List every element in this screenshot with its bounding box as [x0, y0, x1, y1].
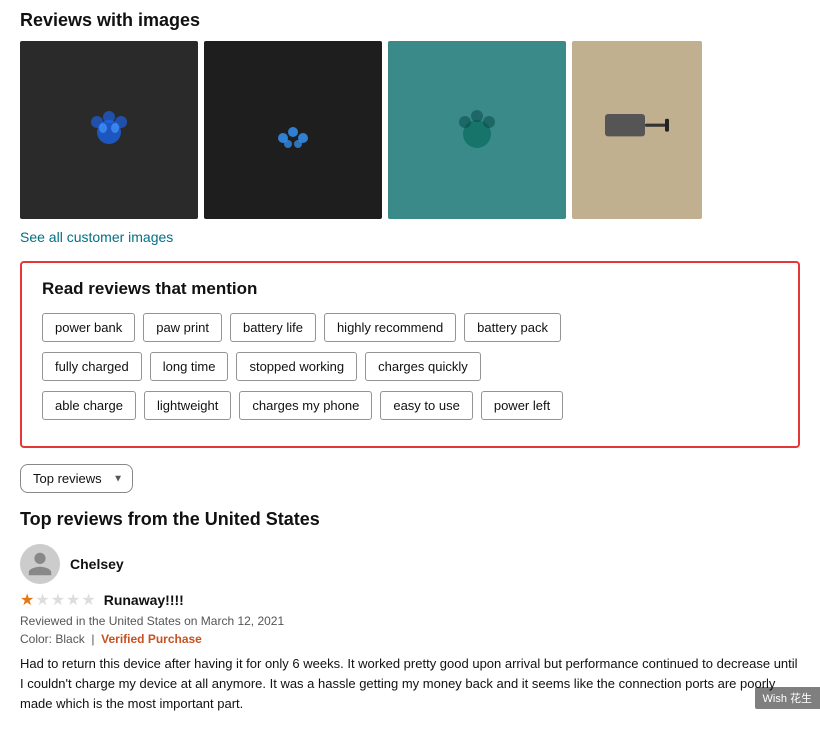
review-image-3[interactable] — [388, 41, 566, 219]
tags-row-2: fully charged long time stopped working … — [42, 352, 778, 381]
tag-fully-charged[interactable]: fully charged — [42, 352, 142, 381]
review-image-4[interactable] — [572, 41, 702, 219]
reviewer-row: Chelsey — [20, 544, 800, 584]
sort-select-wrapper[interactable]: Top reviews Most recent — [20, 464, 133, 493]
tag-long-time[interactable]: long time — [150, 352, 229, 381]
mention-box-title: Read reviews that mention — [42, 279, 778, 299]
review-images-row — [20, 41, 800, 219]
sort-dropdown-row: Top reviews Most recent — [20, 464, 800, 493]
star-2: ★ — [35, 590, 49, 610]
top-reviews-title: Top reviews from the United States — [20, 509, 800, 530]
review-headline: Runaway!!!! — [104, 592, 184, 608]
tag-able-charge[interactable]: able charge — [42, 391, 136, 420]
review-color-label: Color: Black — [20, 632, 85, 646]
watermark: Wish 花生 — [755, 687, 820, 709]
star-5: ★ — [81, 590, 95, 610]
star-1: ★ — [20, 590, 34, 610]
reviews-with-images-section: Reviews with images — [20, 10, 800, 261]
tag-battery-life[interactable]: battery life — [230, 313, 316, 342]
review-meta: Reviewed in the United States on March 1… — [20, 614, 800, 628]
reviewer-name: Chelsey — [70, 556, 124, 572]
tag-paw-print[interactable]: paw print — [143, 313, 222, 342]
tags-row-1: power bank paw print battery life highly… — [42, 313, 778, 342]
tag-power-bank[interactable]: power bank — [42, 313, 135, 342]
tag-lightweight[interactable]: lightweight — [144, 391, 231, 420]
sort-select[interactable]: Top reviews Most recent — [20, 464, 133, 493]
mention-box: Read reviews that mention power bank paw… — [20, 261, 800, 448]
reviewer-avatar — [20, 544, 60, 584]
review-item: Chelsey ★ ★ ★ ★ ★ Runaway!!!! Reviewed i… — [20, 544, 800, 714]
reviews-with-images-title: Reviews with images — [20, 10, 800, 31]
star-4: ★ — [66, 590, 80, 610]
tag-stopped-working[interactable]: stopped working — [236, 352, 357, 381]
review-image-1[interactable] — [20, 41, 198, 219]
tag-easy-to-use[interactable]: easy to use — [380, 391, 473, 420]
tags-row-3: able charge lightweight charges my phone… — [42, 391, 778, 420]
review-color-row: Color: Black | Verified Purchase — [20, 632, 800, 646]
tag-power-left[interactable]: power left — [481, 391, 563, 420]
star-3: ★ — [51, 590, 65, 610]
verified-purchase-badge: Verified Purchase — [101, 632, 202, 646]
review-body-text: Had to return this device after having i… — [20, 654, 800, 714]
tag-charges-quickly[interactable]: charges quickly — [365, 352, 481, 381]
avatar-icon — [26, 550, 54, 578]
see-all-images-link[interactable]: See all customer images — [20, 229, 173, 245]
star-row: ★ ★ ★ ★ ★ Runaway!!!! — [20, 590, 800, 610]
star-rating: ★ ★ ★ ★ ★ — [20, 590, 96, 610]
tag-battery-pack[interactable]: battery pack — [464, 313, 561, 342]
review-image-2[interactable] — [204, 41, 382, 219]
tag-charges-my-phone[interactable]: charges my phone — [239, 391, 372, 420]
tag-highly-recommend[interactable]: highly recommend — [324, 313, 456, 342]
